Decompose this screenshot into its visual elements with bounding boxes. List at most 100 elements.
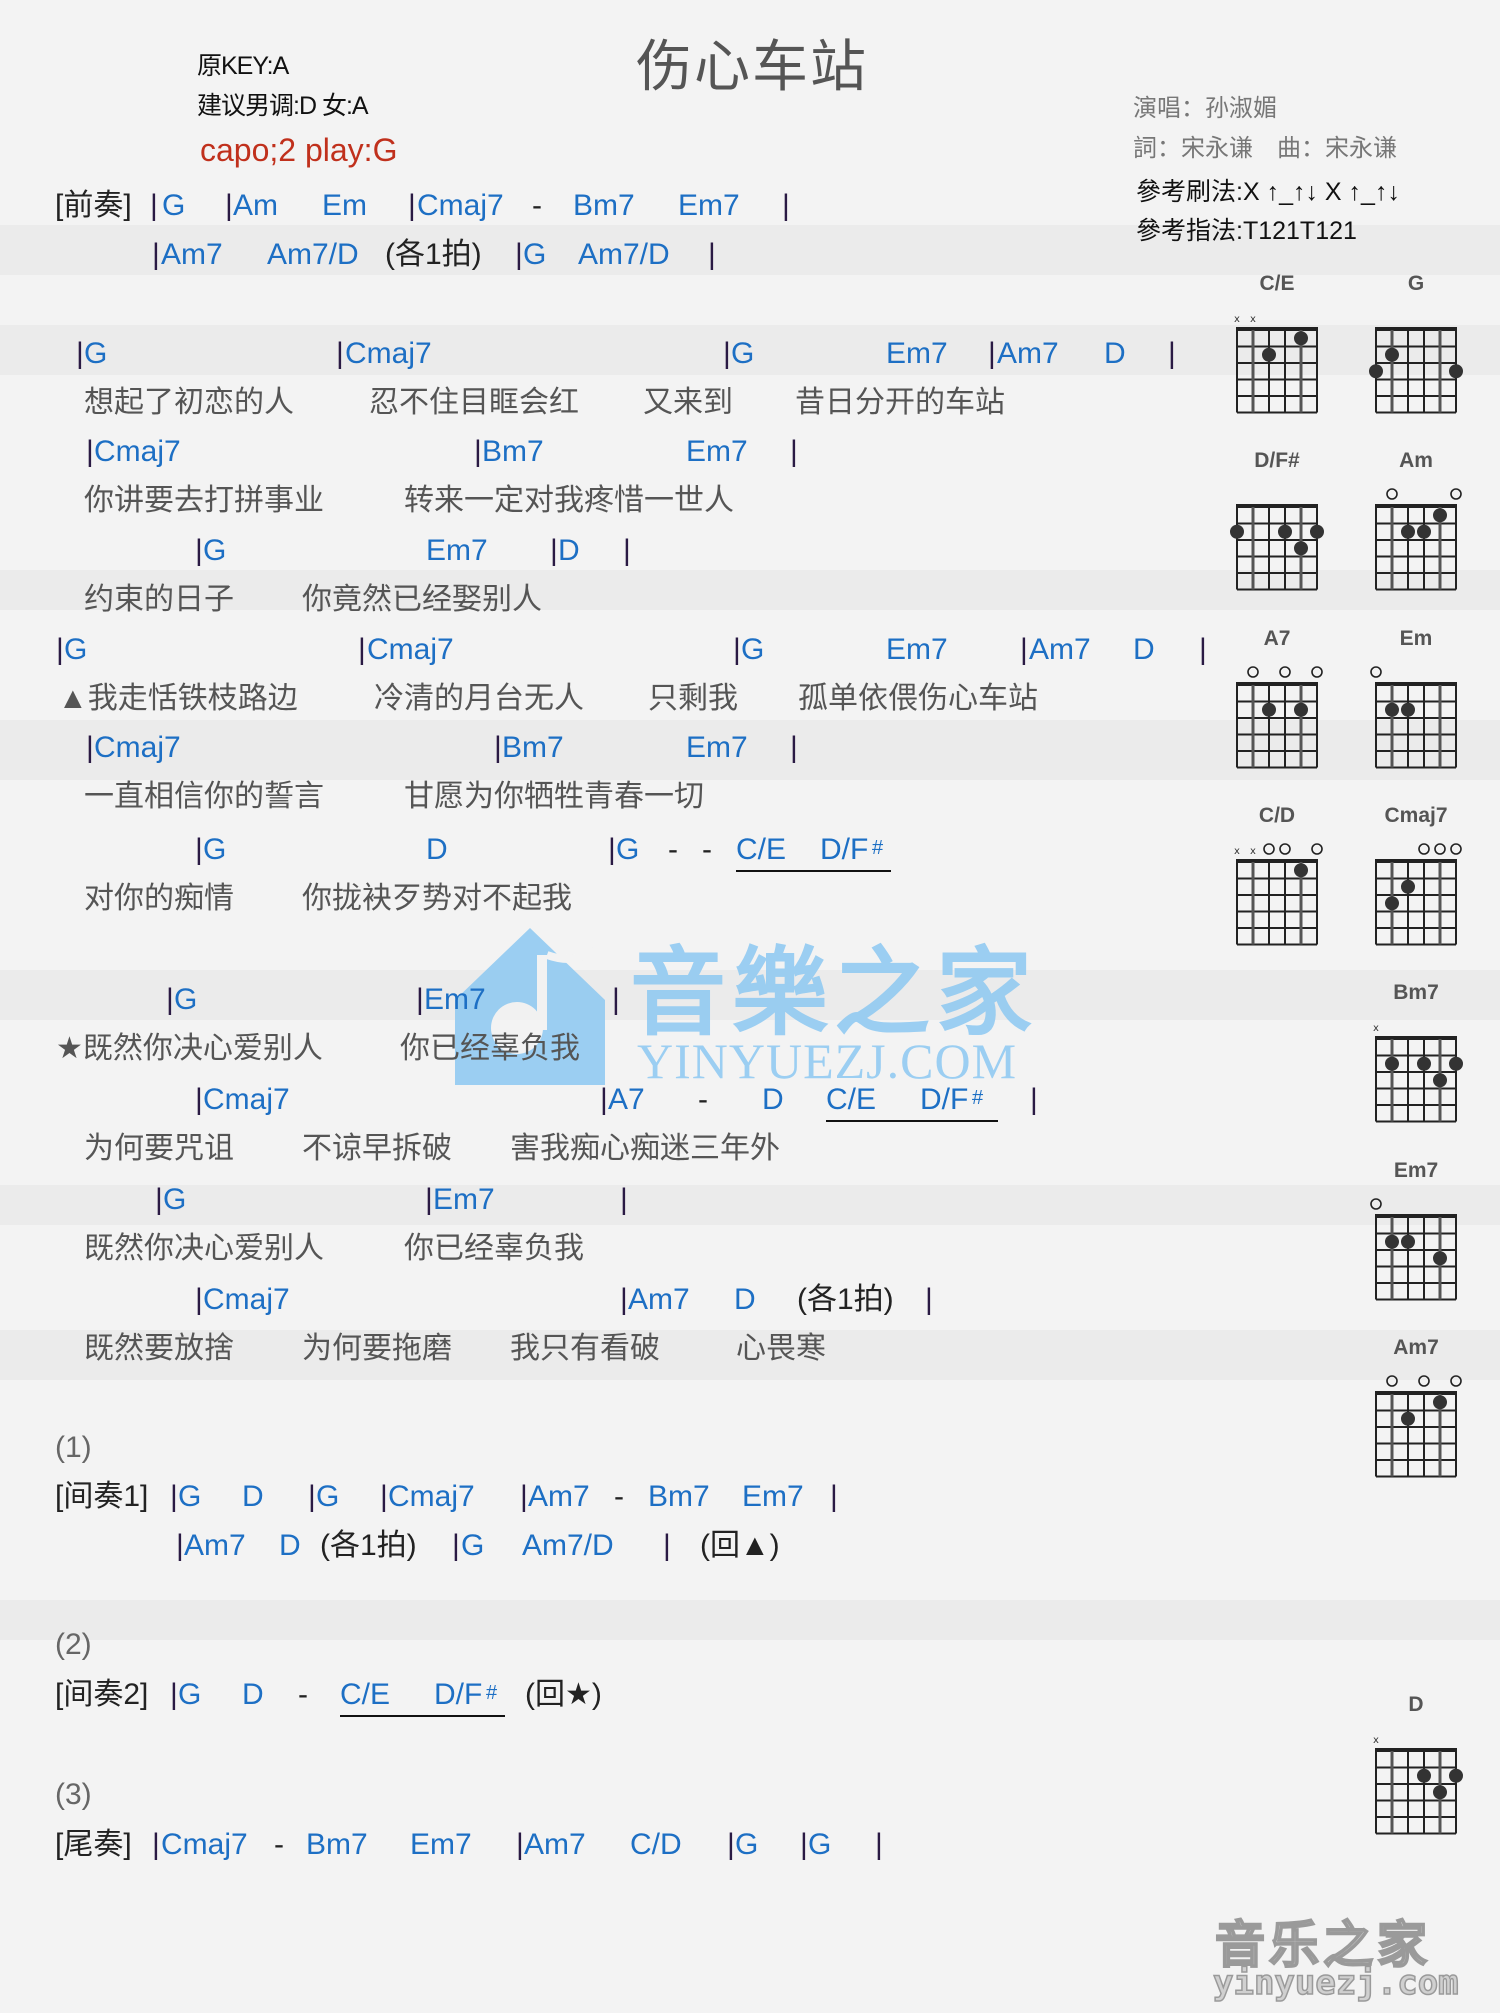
chord-diagram-name: G — [1407, 272, 1425, 295]
bar-line: | — [790, 435, 798, 468]
finger-dot — [1262, 347, 1276, 362]
finger-dot — [1401, 1411, 1415, 1426]
lyric: 冷清的月台无人 — [374, 682, 584, 715]
bar-line: | — [925, 1283, 933, 1316]
open-string-marker — [1247, 666, 1259, 678]
chord: Em7 — [886, 633, 948, 666]
muted-string-marker: x — [1234, 846, 1240, 857]
section-number: (3) — [55, 1778, 92, 1811]
finger-dot — [1262, 702, 1276, 717]
chord: Am7/D — [578, 238, 670, 271]
chord: G — [162, 189, 186, 222]
chord: Em7 — [686, 731, 748, 764]
chord-diagram-name: Am7 — [1393, 1336, 1439, 1359]
section-label: [前奏] — [55, 189, 132, 222]
finger-dot — [1278, 524, 1292, 539]
nut — [1375, 1391, 1457, 1395]
chord: D — [426, 833, 448, 866]
lyric: 忍不住目眶会红 — [369, 386, 579, 419]
bar-line: | — [550, 534, 558, 567]
bar-line: | — [782, 189, 790, 222]
underline — [826, 1120, 998, 1122]
finger-dot — [1433, 1785, 1447, 1800]
chord: G — [174, 983, 198, 1016]
chord: Am7 — [997, 337, 1059, 370]
lyric: 昔日分开的车站 — [795, 386, 1005, 419]
strum-pattern: 參考刷法:X ↑_↑↓ X ↑_↑↓ — [1136, 178, 1400, 206]
nut — [1236, 504, 1318, 508]
chord: Am7/D — [267, 238, 359, 271]
chord-diagram-name: C/D — [1258, 804, 1296, 827]
dash: - — [668, 833, 678, 866]
muted-string-marker: x — [1373, 1735, 1379, 1746]
chord: Am7/D — [522, 1529, 614, 1562]
chord: Bm7 — [306, 1828, 368, 1861]
chord: Cmaj7 — [388, 1480, 475, 1513]
chord: D — [558, 534, 580, 567]
chord: D — [242, 1678, 264, 1711]
open-string-marker — [1418, 1375, 1430, 1387]
finger-dot — [1449, 1768, 1463, 1783]
chord: G — [84, 337, 108, 370]
bar-line: | — [494, 731, 502, 764]
chord: Em7 — [686, 435, 748, 468]
finger-dot — [1433, 508, 1447, 523]
suggested-key: 建议男调:D 女:A — [197, 92, 369, 120]
chord: Em7 — [742, 1480, 804, 1513]
chord: Em7 — [424, 983, 486, 1016]
sharp-sign: # — [872, 837, 884, 859]
open-string-marker — [1450, 843, 1462, 855]
finger-dot — [1294, 541, 1308, 556]
chord: G — [178, 1480, 202, 1513]
bar-line: | — [733, 633, 741, 666]
dash: - — [702, 833, 712, 866]
bar-line: | — [86, 435, 94, 468]
open-string-marker — [1418, 843, 1430, 855]
dash: - — [298, 1678, 308, 1711]
nut — [1236, 859, 1318, 863]
bar-line: | — [195, 534, 203, 567]
lyric: 不谅早拆破 — [302, 1132, 452, 1165]
chord: Am7 — [524, 1828, 586, 1861]
finger-dot — [1417, 524, 1431, 539]
section-number: (2) — [55, 1628, 92, 1661]
chord: Bm7 — [502, 731, 564, 764]
lyric: ★既然你决心爱别人 — [56, 1032, 323, 1065]
bar-line: | — [988, 337, 996, 370]
chord: G — [808, 1828, 832, 1861]
bar-line: | — [663, 1529, 671, 1562]
lyric: 约束的日子 — [84, 583, 234, 616]
chord: C/E — [736, 833, 787, 866]
chord: Am7 — [184, 1529, 246, 1562]
beat-note: (各1拍) — [797, 1283, 894, 1316]
chord-diagram-name: A7 — [1263, 627, 1291, 650]
chord-diagram-name: C/E — [1259, 272, 1295, 295]
finger-dot — [1385, 702, 1399, 717]
bar-line: | — [425, 1183, 433, 1216]
bar-line: | — [76, 337, 84, 370]
nut — [1236, 682, 1318, 686]
chord: D/F — [434, 1678, 483, 1711]
chord: Bm7 — [573, 189, 635, 222]
chord: D — [734, 1283, 756, 1316]
bar-line: | — [170, 1480, 178, 1513]
nut — [1375, 1214, 1457, 1218]
lyric: 你竟然已经娶别人 — [302, 583, 542, 616]
chord: Cmaj7 — [94, 731, 181, 764]
bar-line: | — [170, 1678, 178, 1711]
bar-line: | — [86, 731, 94, 764]
chord: Em7 — [886, 337, 948, 370]
underline — [736, 870, 891, 872]
lyric: 为何要咒诅 — [84, 1132, 234, 1165]
chord: Cmaj7 — [417, 189, 504, 222]
bar-line: | — [225, 189, 233, 222]
nut — [1236, 327, 1318, 331]
bar-line: | — [875, 1828, 883, 1861]
section-label: [间奏2] — [55, 1678, 149, 1711]
chord: Cmaj7 — [345, 337, 432, 370]
chord: Cmaj7 — [203, 1283, 290, 1316]
bar-line: | — [474, 435, 482, 468]
chord-diagram-name: Bm7 — [1393, 981, 1439, 1004]
bar-line: | — [416, 983, 424, 1016]
bar-line: | — [1020, 633, 1028, 666]
